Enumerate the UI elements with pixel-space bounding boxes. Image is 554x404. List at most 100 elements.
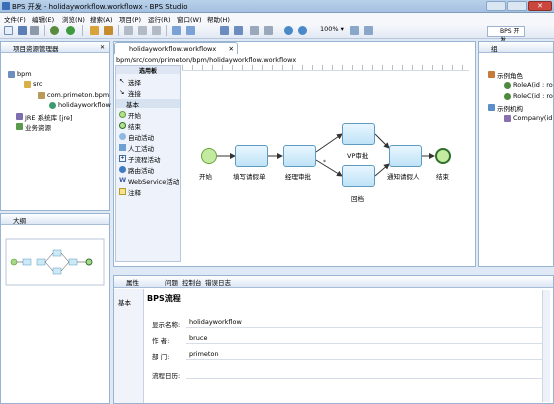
run-icon[interactable] xyxy=(66,26,75,35)
file-path: bpm/src/com/primeton/bpm/holidayworkflow… xyxy=(116,56,297,64)
webservice-icon: W xyxy=(119,176,127,184)
tree-item-bpm[interactable]: bpm xyxy=(8,70,32,78)
save-icon[interactable] xyxy=(18,26,27,35)
palette-start[interactable]: 开始 xyxy=(119,110,141,120)
back-icon[interactable] xyxy=(172,26,181,35)
tree-item-package[interactable]: com.primeton.bpm xyxy=(38,91,109,99)
tab-close-icon[interactable]: ✕ xyxy=(229,45,234,53)
diagram-connections: * xyxy=(217,133,435,177)
search-icon[interactable] xyxy=(104,26,113,35)
display-name-field[interactable]: holidayworkflow xyxy=(186,316,546,328)
minimize-button[interactable] xyxy=(486,1,506,11)
palette-end[interactable]: 结束 xyxy=(119,121,141,131)
org-group[interactable]: 示例机构 xyxy=(488,103,523,113)
align-right-icon[interactable] xyxy=(264,26,273,35)
organization-panel: 组 示例角色 RoleA(id : ro RoleC(id : ro 示例机构 … xyxy=(478,41,554,267)
properties-scrollbar[interactable] xyxy=(542,290,550,402)
palette-connect[interactable]: ↘ 连接 xyxy=(119,88,141,98)
maximize-button[interactable] xyxy=(507,1,527,11)
manager-approve-label: 经理审批 xyxy=(285,173,311,181)
bottom-tabbar xyxy=(114,276,553,288)
diagram-canvas[interactable]: * 开始 填写请假单 经理审批 VP审批 回档 通知请假人 结束 xyxy=(182,72,468,262)
auto-activity-icon xyxy=(119,133,126,140)
end-node[interactable] xyxy=(435,148,451,164)
palette-route[interactable]: 路由活动 xyxy=(119,165,154,175)
close-button[interactable]: ✕ xyxy=(528,1,552,11)
perspective-button[interactable]: BPS 开发 xyxy=(487,26,525,44)
outline-thumbnail xyxy=(5,238,105,286)
palette-auto[interactable]: 自动活动 xyxy=(119,132,154,142)
redo-icon[interactable] xyxy=(234,26,243,35)
project-explorer-header: 项目资源管理器 xyxy=(1,42,109,53)
align-left-icon[interactable] xyxy=(250,26,259,35)
palette-group-basic[interactable]: 基本 xyxy=(116,99,180,109)
reject-node[interactable] xyxy=(342,165,375,187)
user-icon xyxy=(504,82,511,89)
section-basic[interactable]: 基本 xyxy=(118,297,131,307)
vp-approve-node[interactable] xyxy=(342,123,375,145)
company-item[interactable]: Company(id xyxy=(504,114,552,122)
palette-webservice[interactable]: W WebService活动 xyxy=(119,176,179,186)
palette-subprocess[interactable]: + 子流程活动 xyxy=(119,154,161,164)
fill-form-node[interactable] xyxy=(235,145,268,167)
tree-item-business[interactable]: 业务资源 xyxy=(16,122,51,132)
editor-tab[interactable]: holidayworkflow.workflowx ✕ xyxy=(114,42,238,54)
workflow-editor: holidayworkflow.workflowx ✕ bpm/src/com/… xyxy=(113,41,476,267)
manager-approve-node[interactable] xyxy=(283,145,316,167)
tab-problems[interactable]: 问题 xyxy=(165,277,178,287)
paste-icon[interactable] xyxy=(152,26,161,35)
palette-manual[interactable]: 人工活动 xyxy=(119,143,154,153)
start-label: 开始 xyxy=(199,173,212,181)
zoom-value: 100% xyxy=(320,25,339,33)
role-a[interactable]: RoleA(id : ro xyxy=(504,81,553,89)
tree-item-workflow[interactable]: holidayworkflow xyxy=(49,101,111,109)
calendar-field[interactable] xyxy=(186,367,546,379)
end-icon xyxy=(119,122,126,129)
property-sections: 基本 xyxy=(114,289,144,403)
company-icon xyxy=(504,115,511,122)
zoom-select[interactable]: 100% ▾ xyxy=(320,25,344,33)
cut-icon[interactable] xyxy=(124,26,133,35)
pointer-icon: ↖ xyxy=(119,77,125,85)
tab-error-log[interactable]: 错误日志 xyxy=(205,277,231,287)
tree-item-jre[interactable]: JRE 系统库 [jre] xyxy=(16,112,73,122)
reject-label: 回档 xyxy=(351,195,364,203)
role-group[interactable]: 示例角色 xyxy=(488,70,523,80)
tree-item-src[interactable]: src xyxy=(24,80,43,88)
workflow-icon xyxy=(49,102,56,109)
display-name-label: 显示名称: xyxy=(152,321,181,329)
title-bar: BPS 开发 - holidayworkflow.workflowx - BPS… xyxy=(0,0,554,13)
tab-console[interactable]: 控制台 xyxy=(182,277,202,287)
organization-header: 组 xyxy=(479,42,553,53)
zoom-in-icon[interactable] xyxy=(284,26,293,35)
copy-icon[interactable] xyxy=(138,26,147,35)
start-node[interactable] xyxy=(201,148,217,164)
grid-icon[interactable] xyxy=(364,26,373,35)
forward-icon[interactable] xyxy=(186,26,195,35)
library-icon xyxy=(16,113,23,120)
toolbar: 100% ▾ BPS 开发 xyxy=(0,23,554,44)
notify-node[interactable] xyxy=(389,145,422,167)
vp-approve-label: VP审批 xyxy=(347,152,369,160)
palette-select[interactable]: ↖ 选择 xyxy=(119,77,141,87)
tab-properties[interactable]: 属性 xyxy=(126,277,139,287)
close-icon[interactable]: ✕ xyxy=(100,44,105,51)
open-type-icon[interactable] xyxy=(90,26,99,35)
zoom-out-icon[interactable] xyxy=(298,26,307,35)
department-field[interactable]: primeton xyxy=(186,348,546,360)
author-field[interactable]: bruce xyxy=(186,332,546,344)
print-icon[interactable] xyxy=(30,26,39,35)
outline-header: 大纲 xyxy=(1,214,109,225)
palette-note[interactable]: 注释 xyxy=(119,187,141,197)
ruler xyxy=(182,65,469,71)
undo-icon[interactable] xyxy=(220,26,229,35)
debug-icon[interactable] xyxy=(50,26,59,35)
role-c[interactable]: RoleC(id : ro xyxy=(504,92,553,100)
folder-icon xyxy=(24,81,31,88)
connection-icon: ↘ xyxy=(119,88,125,96)
calendar-label: 流程日历: xyxy=(152,372,181,380)
end-label: 结束 xyxy=(436,173,449,181)
new-icon[interactable] xyxy=(4,26,13,35)
edge-manager-reject xyxy=(315,159,343,177)
layout-icon[interactable] xyxy=(350,26,359,35)
